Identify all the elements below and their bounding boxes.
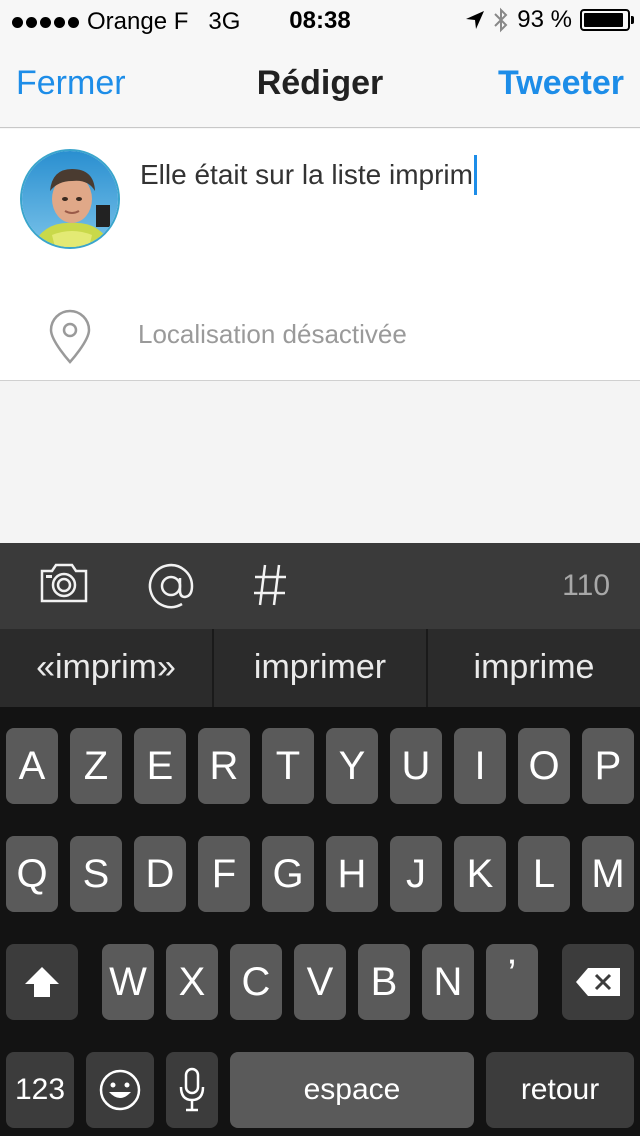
numbers-key[interactable]: 123 xyxy=(6,1052,74,1128)
microphone-icon xyxy=(179,1067,205,1112)
compose-area: Elle était sur la liste imprim Localisat… xyxy=(0,129,640,381)
key-m[interactable]: M xyxy=(582,836,634,912)
location-label: Localisation désactivée xyxy=(138,319,407,349)
key-f[interactable]: F xyxy=(198,836,250,912)
key-y[interactable]: Y xyxy=(326,728,378,804)
key-g[interactable]: G xyxy=(262,836,314,912)
location-pin-icon xyxy=(49,309,91,364)
avatar xyxy=(20,149,120,249)
battery-percent: 93 % xyxy=(517,6,572,33)
autocorrect-bar: «imprim» imprimer imprime xyxy=(0,629,640,707)
battery-icon xyxy=(580,9,634,31)
key-q[interactable]: Q xyxy=(6,836,58,912)
space-key[interactable]: espace xyxy=(230,1052,474,1128)
key-w[interactable]: W xyxy=(102,944,154,1020)
camera-icon[interactable] xyxy=(38,561,90,605)
suggestion-original[interactable]: «imprim» xyxy=(0,629,214,707)
key-b[interactable]: B xyxy=(358,944,410,1020)
key-v[interactable]: V xyxy=(294,944,346,1020)
location-arrow-icon xyxy=(466,11,485,29)
key-x[interactable]: X xyxy=(166,944,218,1020)
backspace-icon xyxy=(576,968,620,996)
character-counter: 110 xyxy=(562,569,610,602)
text-cursor xyxy=(473,155,477,195)
key-e[interactable]: E xyxy=(134,728,186,804)
navigation-bar: Fermer Rédiger Tweeter xyxy=(0,42,640,128)
close-button[interactable]: Fermer xyxy=(16,64,126,103)
key-h[interactable]: H xyxy=(326,836,378,912)
emoji-icon xyxy=(99,1069,141,1111)
shift-icon xyxy=(25,967,59,997)
compose-empty-space xyxy=(0,381,640,543)
key-r[interactable]: R xyxy=(198,728,250,804)
suggestion-imprimer[interactable]: imprimer xyxy=(214,629,428,707)
hashtag-icon[interactable] xyxy=(252,561,288,609)
tweet-input[interactable]: Elle était sur la liste imprim xyxy=(140,155,477,195)
suggestion-imprime[interactable]: imprime xyxy=(428,629,640,707)
compose-toolbar: 110 xyxy=(0,543,640,629)
key-apostrophe[interactable]: ’ xyxy=(486,944,538,1020)
tweet-button[interactable]: Tweeter xyxy=(498,64,624,103)
bluetooth-icon xyxy=(494,7,508,33)
keyboard: A Z E R T Y U I O P Q S D F G H J K L M … xyxy=(0,707,640,1136)
return-key[interactable]: retour xyxy=(486,1052,634,1128)
delete-key[interactable] xyxy=(562,944,634,1020)
dictation-key[interactable] xyxy=(166,1052,218,1128)
key-t[interactable]: T xyxy=(262,728,314,804)
key-d[interactable]: D xyxy=(134,836,186,912)
key-p[interactable]: P xyxy=(582,728,634,804)
key-a[interactable]: A xyxy=(6,728,58,804)
key-i[interactable]: I xyxy=(454,728,506,804)
tweet-text: Elle était sur la liste imprim xyxy=(140,159,473,190)
key-k[interactable]: K xyxy=(454,836,506,912)
status-bar: Orange F 3G 08:38 93 % xyxy=(0,0,640,42)
location-row[interactable]: Localisation désactivée xyxy=(0,307,640,371)
emoji-key[interactable] xyxy=(86,1052,154,1128)
key-z[interactable]: Z xyxy=(70,728,122,804)
key-s[interactable]: S xyxy=(70,836,122,912)
key-c[interactable]: C xyxy=(230,944,282,1020)
shift-key[interactable] xyxy=(6,944,78,1020)
key-o[interactable]: O xyxy=(518,728,570,804)
key-n[interactable]: N xyxy=(422,944,474,1020)
key-u[interactable]: U xyxy=(390,728,442,804)
key-l[interactable]: L xyxy=(518,836,570,912)
key-j[interactable]: J xyxy=(390,836,442,912)
at-icon[interactable] xyxy=(146,561,196,611)
